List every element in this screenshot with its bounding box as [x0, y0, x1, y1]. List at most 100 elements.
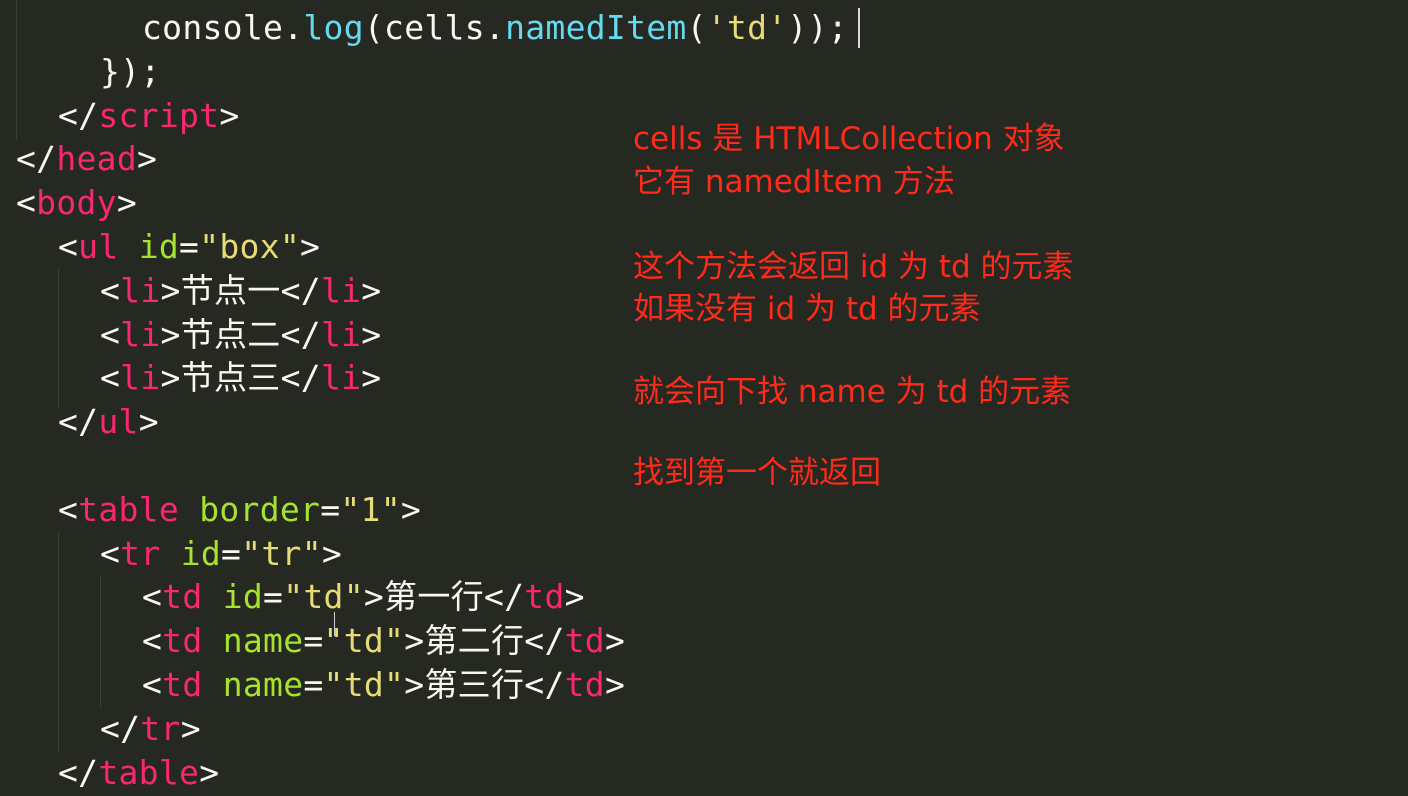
code-token: </: [524, 665, 565, 704]
code-token: id: [180, 533, 222, 573]
code-token: >: [564, 577, 585, 617]
code-token: </: [58, 95, 99, 135]
code-token: li: [320, 358, 362, 398]
code-token: 节点一: [180, 270, 281, 310]
code-token: =: [303, 665, 324, 704]
code-token: log: [303, 8, 364, 47]
code-token: name: [222, 621, 304, 661]
code-line: </tr>: [100, 707, 201, 751]
code-line: });: [100, 50, 161, 94]
code-token: >: [116, 183, 138, 223]
code-token: console: [142, 8, 284, 47]
code-token: ul: [78, 227, 119, 266]
code-editor[interactable]: console.log(cells.namedItem('td'));}); </…: [0, 0, 1408, 796]
code-token: tr: [140, 708, 181, 748]
code-token: <: [100, 358, 121, 398]
code-line: <li>节点三</li>: [100, 356, 381, 400]
code-token: <: [142, 621, 163, 661]
code-token: li: [120, 314, 161, 354]
code-token: >: [400, 489, 422, 529]
code-token: >: [363, 577, 385, 617]
code-token: >: [199, 752, 220, 792]
code-token: "td": [323, 665, 405, 704]
code-token: >: [404, 621, 425, 661]
annotation-line: 如果没有 id 为 td 的元素: [633, 291, 981, 327]
code-line: <tr id="tr">: [100, 532, 342, 576]
code-token: </: [58, 402, 99, 442]
code-token: 第二行: [424, 621, 525, 661]
code-line: <td id="td">第一行</td>: [142, 575, 585, 619]
code-token: ));: [787, 8, 848, 47]
code-token: li: [120, 270, 161, 310]
code-token: <: [100, 533, 121, 573]
code-token: });: [100, 51, 161, 91]
code-token: <: [100, 314, 121, 354]
code-token: =: [320, 489, 341, 529]
ibeam-pointer-icon: [330, 612, 340, 636]
code-token: =: [263, 577, 284, 617]
code-token: "box": [199, 227, 301, 266]
code-token: li: [120, 358, 161, 398]
code-token: >: [404, 665, 425, 704]
annotation-line: 它有 namedItem 方法: [633, 164, 955, 200]
code-token: namedItem: [505, 8, 687, 47]
code-line: console.log(cells.namedItem('td'));: [142, 6, 848, 50]
code-token: body: [36, 183, 117, 223]
code-token: =: [221, 533, 242, 573]
code-line: <td name="td">第二行</td>: [142, 619, 625, 663]
code-token: </: [100, 708, 141, 748]
annotation-line: 这个方法会返回 id 为 td 的元素: [633, 249, 1074, 285]
code-token: </: [483, 577, 525, 617]
code-token: td: [162, 665, 203, 704]
indent-guide: [100, 576, 101, 708]
code-line: <table border="1">: [58, 488, 421, 532]
code-token: <: [142, 577, 163, 617]
code-token: (cells: [363, 8, 485, 47]
code-token: 第一行: [384, 577, 484, 617]
code-token: >: [160, 270, 181, 310]
code-token: "tr": [241, 533, 322, 573]
annotation-line: cells 是 HTMLCollection 对象: [633, 121, 1065, 157]
code-line: <ul id="box">: [58, 225, 320, 269]
indent-guide: [58, 532, 59, 752]
indent-guide: [16, 0, 17, 140]
code-token: <: [16, 183, 37, 223]
code-token: </: [524, 621, 565, 661]
indent-guide: [58, 268, 59, 408]
code-token: <: [100, 270, 121, 310]
code-token: >: [604, 621, 626, 661]
code-token: >: [160, 358, 181, 398]
code-token: tr: [120, 533, 161, 573]
annotation-line: 找到第一个就返回: [633, 455, 881, 491]
annotation-line: 就会向下找 name 为 td 的元素: [633, 374, 1072, 410]
code-token: >: [321, 533, 343, 573]
code-line: </script>: [58, 94, 240, 138]
code-token: =: [179, 227, 200, 266]
code-token: "1": [340, 489, 401, 529]
code-token: .: [283, 8, 304, 47]
code-token: id: [138, 227, 180, 266]
code-token: td: [564, 665, 605, 704]
code-line: <li>节点二</li>: [100, 313, 381, 357]
code-token: >: [361, 358, 382, 398]
code-token: name: [222, 665, 304, 704]
code-token: script: [98, 95, 220, 135]
code-token: <: [58, 227, 79, 266]
code-token: "td": [283, 577, 364, 617]
code-token: id: [222, 577, 264, 617]
code-token: border: [199, 489, 321, 529]
code-token: td: [524, 577, 565, 617]
code-line: <li>节点一</li>: [100, 269, 381, 313]
text-cursor: [858, 8, 860, 48]
code-token: li: [320, 270, 362, 310]
code-token: >: [604, 665, 626, 704]
code-line: </head>: [16, 137, 157, 181]
code-token: ul: [98, 402, 139, 442]
code-token: 第三行: [424, 665, 525, 704]
